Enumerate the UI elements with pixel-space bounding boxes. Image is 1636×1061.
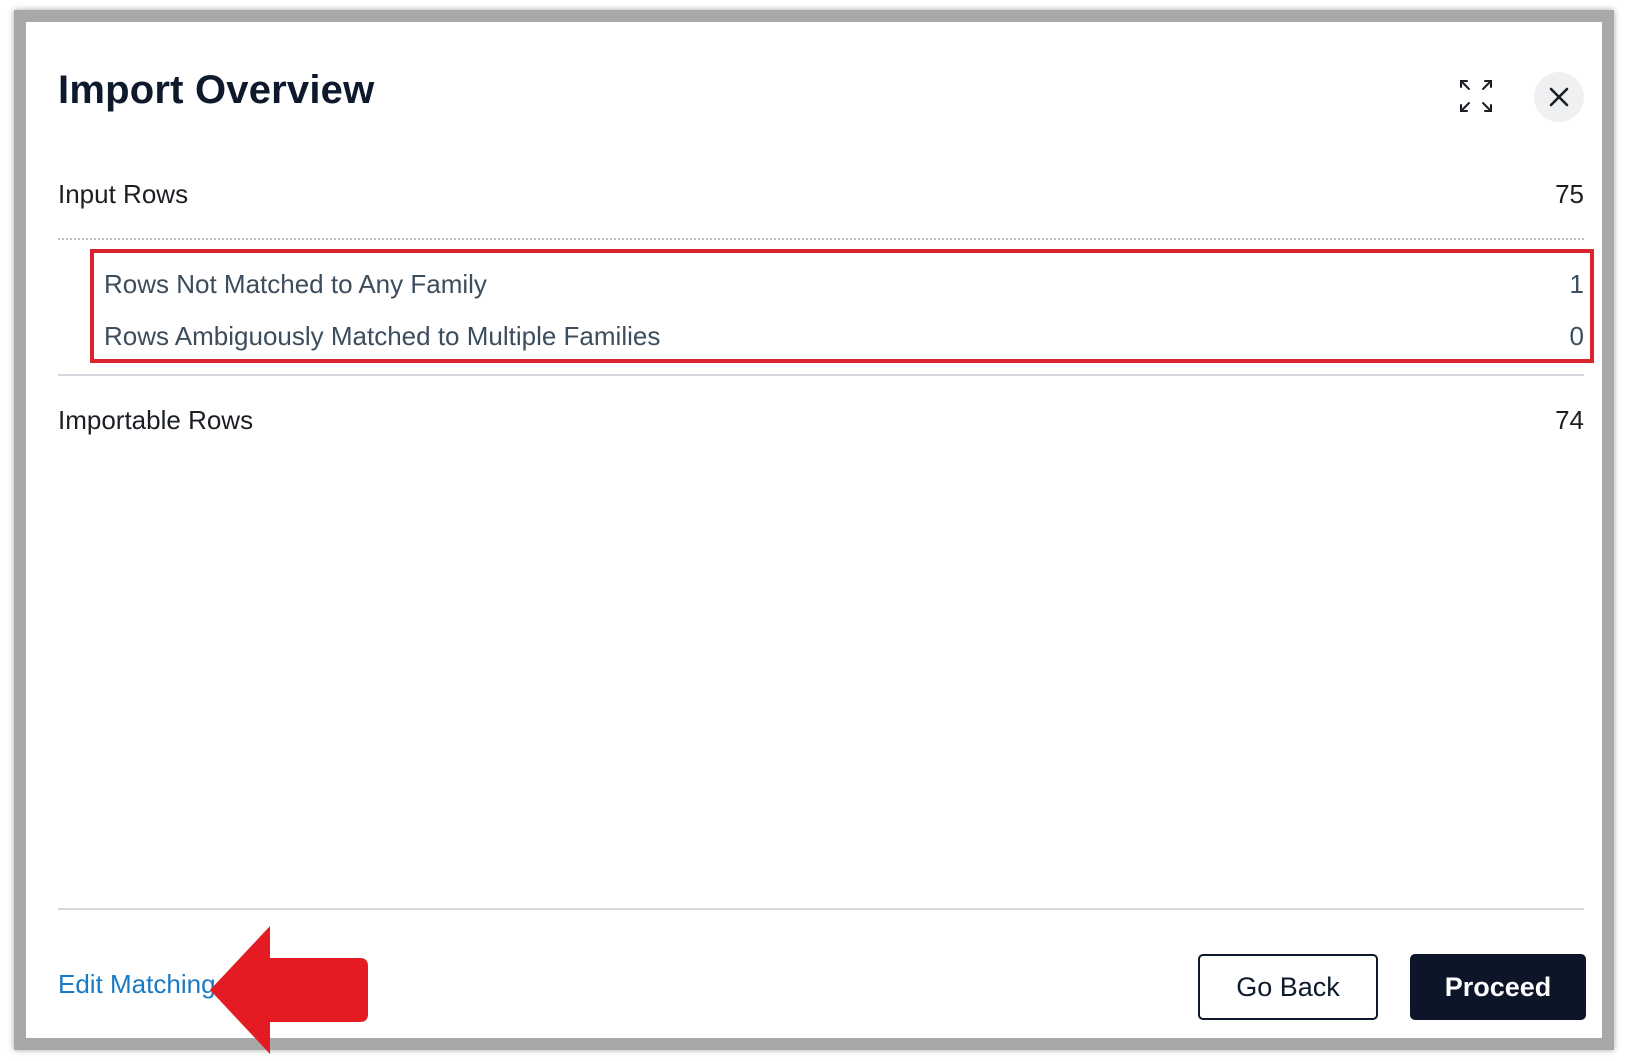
go-back-button[interactable]: Go Back: [1198, 954, 1378, 1020]
ambiguous-row: Rows Ambiguously Matched to Multiple Fam…: [104, 316, 1584, 356]
footer-divider: [58, 908, 1584, 910]
dotted-divider: [58, 238, 1584, 240]
ambiguous-value: 0: [1569, 320, 1584, 351]
expand-icon: [1460, 80, 1492, 112]
ambiguous-label: Rows Ambiguously Matched to Multiple Fam…: [104, 320, 661, 351]
input-rows-value: 75: [1555, 178, 1584, 209]
importable-rows-label: Importable Rows: [58, 404, 254, 435]
import-overview-dialog: Import Overview Input Rows 75 Rows Not M…: [26, 22, 1602, 1054]
importable-rows-value: 74: [1555, 404, 1584, 435]
input-rows-label: Input Rows: [58, 178, 189, 209]
not-matched-row: Rows Not Matched to Any Family 1: [104, 264, 1584, 304]
not-matched-label: Rows Not Matched to Any Family: [104, 268, 487, 299]
not-matched-value: 1: [1569, 268, 1584, 299]
input-rows-row: Input Rows 75: [58, 174, 1584, 214]
importable-rows-row: Importable Rows 74: [58, 400, 1584, 440]
dialog-title: Import Overview: [58, 68, 375, 112]
edit-matching-link[interactable]: Edit Matching: [58, 969, 216, 1000]
expand-button[interactable]: [1454, 74, 1498, 118]
section-divider: [58, 374, 1584, 376]
proceed-button[interactable]: Proceed: [1410, 954, 1586, 1020]
close-button[interactable]: [1534, 72, 1584, 122]
close-icon: [1549, 87, 1569, 107]
red-arrow-left-icon: [210, 926, 368, 1054]
screenshot-frame: Import Overview Input Rows 75 Rows Not M…: [14, 10, 1614, 1054]
